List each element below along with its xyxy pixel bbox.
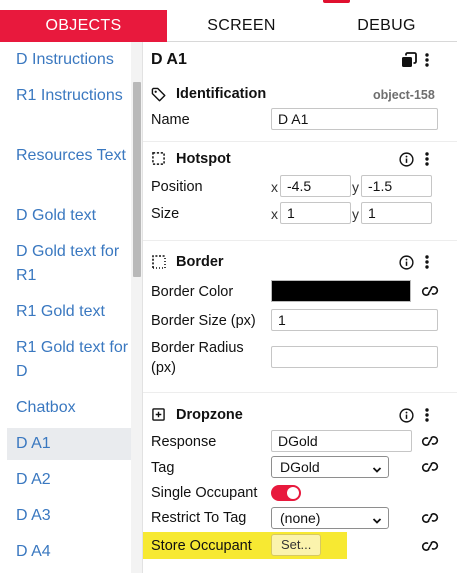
store-occupant-set-button[interactable]: Set... <box>271 534 322 556</box>
toggle-knob <box>287 487 299 499</box>
tag-select-value: DGold <box>280 459 320 475</box>
border-style-icon <box>152 255 166 269</box>
tag-link-icon[interactable] <box>421 460 439 474</box>
position-label: Position <box>151 179 203 195</box>
object-title: D A1 <box>151 51 187 68</box>
tag-icon <box>151 87 166 102</box>
section-divider <box>143 392 457 393</box>
sidebar-item-d-a4[interactable]: D A4 <box>7 540 131 564</box>
size-x-input[interactable]: 1 <box>280 202 351 224</box>
hotspot-info-icon[interactable] <box>399 152 414 167</box>
restrict-to-tag-select[interactable]: (none) <box>271 507 389 529</box>
tab-objects[interactable]: OBJECTS <box>0 10 167 42</box>
size-x-label: x <box>271 206 278 222</box>
tag-label: Tag <box>151 460 175 476</box>
main-tabs: OBJECTS SCREEN DEBUG <box>0 10 457 42</box>
border-radius-unit-label: (px) <box>151 360 176 376</box>
border-color-label: Border Color <box>151 284 234 300</box>
border-more-icon[interactable] <box>425 255 429 269</box>
dropzone-plus-square-icon <box>152 408 165 421</box>
position-y-input[interactable]: -1.5 <box>361 175 432 197</box>
position-x-input[interactable]: -4.5 <box>280 175 351 197</box>
properties-panel: D A1 Identification object-158 Name D A1… <box>143 42 457 573</box>
top-strip <box>0 0 457 10</box>
hotspot-heading: Hotspot <box>176 151 231 167</box>
single-occupant-toggle[interactable] <box>271 485 301 501</box>
sidebar-item-d-a3[interactable]: D A3 <box>7 504 131 528</box>
border-size-input[interactable]: 1 <box>271 309 438 331</box>
sidebar-item-r1-gold-text-for-d[interactable]: R1 Gold text for D <box>7 336 131 384</box>
restrict-to-tag-label: Restrict To Tag <box>151 510 247 526</box>
restrict-link-icon[interactable] <box>421 511 439 525</box>
chevron-down-icon <box>372 462 382 473</box>
chevron-down-icon <box>372 513 382 524</box>
border-radius-label: Border Radius <box>151 340 244 356</box>
dropzone-more-icon[interactable] <box>425 408 429 422</box>
section-divider <box>143 240 457 241</box>
store-occupant-link-icon[interactable] <box>421 539 439 553</box>
hotspot-dashed-square-icon <box>152 152 165 165</box>
border-radius-input[interactable] <box>271 346 438 368</box>
section-divider <box>143 141 457 142</box>
sidebar-scrollbar[interactable] <box>131 42 142 573</box>
object-list-sidebar: D Instructions R1 Instructions Resources… <box>0 42 143 573</box>
response-link-icon[interactable] <box>421 434 439 448</box>
tab-screen[interactable]: SCREEN <box>167 10 316 42</box>
object-more-icon[interactable] <box>425 53 429 67</box>
restrict-select-value: (none) <box>280 510 321 526</box>
tab-debug[interactable]: DEBUG <box>316 10 457 42</box>
response-input[interactable]: DGold <box>271 430 412 452</box>
border-color-swatch[interactable] <box>271 280 411 302</box>
sidebar-item-d-gold-text[interactable]: D Gold text <box>7 204 131 228</box>
top-accent-mark <box>323 0 350 3</box>
sidebar-item-r1-gold-text[interactable]: R1 Gold text <box>7 300 131 324</box>
dropzone-info-icon[interactable] <box>399 408 414 423</box>
sidebar-item-d-a1[interactable]: D A1 <box>7 428 131 460</box>
object-id: object-158 <box>373 88 435 102</box>
duplicate-icon[interactable] <box>401 52 417 68</box>
border-size-label: Border Size (px) <box>151 313 256 329</box>
single-occupant-label: Single Occupant <box>151 485 258 501</box>
sidebar-item-d-instructions[interactable]: D Instructions <box>7 48 131 72</box>
position-y-label: y <box>352 179 359 195</box>
sidebar-item-r1-instructions[interactable]: R1 Instructions <box>7 84 131 108</box>
size-y-label: y <box>352 206 359 222</box>
sidebar-item-d-a2[interactable]: D A2 <box>7 468 131 492</box>
sidebar-item-chatbox[interactable]: Chatbox <box>7 396 131 420</box>
border-heading: Border <box>176 254 224 270</box>
name-label: Name <box>151 112 190 128</box>
tag-select[interactable]: DGold <box>271 456 389 478</box>
dropzone-heading: Dropzone <box>176 407 243 423</box>
hotspot-more-icon[interactable] <box>425 152 429 166</box>
size-y-input[interactable]: 1 <box>361 202 432 224</box>
position-x-label: x <box>271 179 278 195</box>
border-color-link-icon[interactable] <box>421 284 439 298</box>
identification-heading: Identification <box>176 86 267 102</box>
response-label: Response <box>151 434 217 450</box>
sidebar-item-resources-text[interactable]: Resources Text <box>7 144 131 168</box>
sidebar-item-d-gold-text-for-r1[interactable]: D Gold text for R1 <box>7 240 131 288</box>
size-label: Size <box>151 206 180 222</box>
store-occupant-label: Store Occupant <box>151 538 252 554</box>
name-input[interactable]: D A1 <box>271 108 438 130</box>
sidebar-scrollbar-thumb[interactable] <box>133 82 141 277</box>
border-info-icon[interactable] <box>399 255 414 270</box>
